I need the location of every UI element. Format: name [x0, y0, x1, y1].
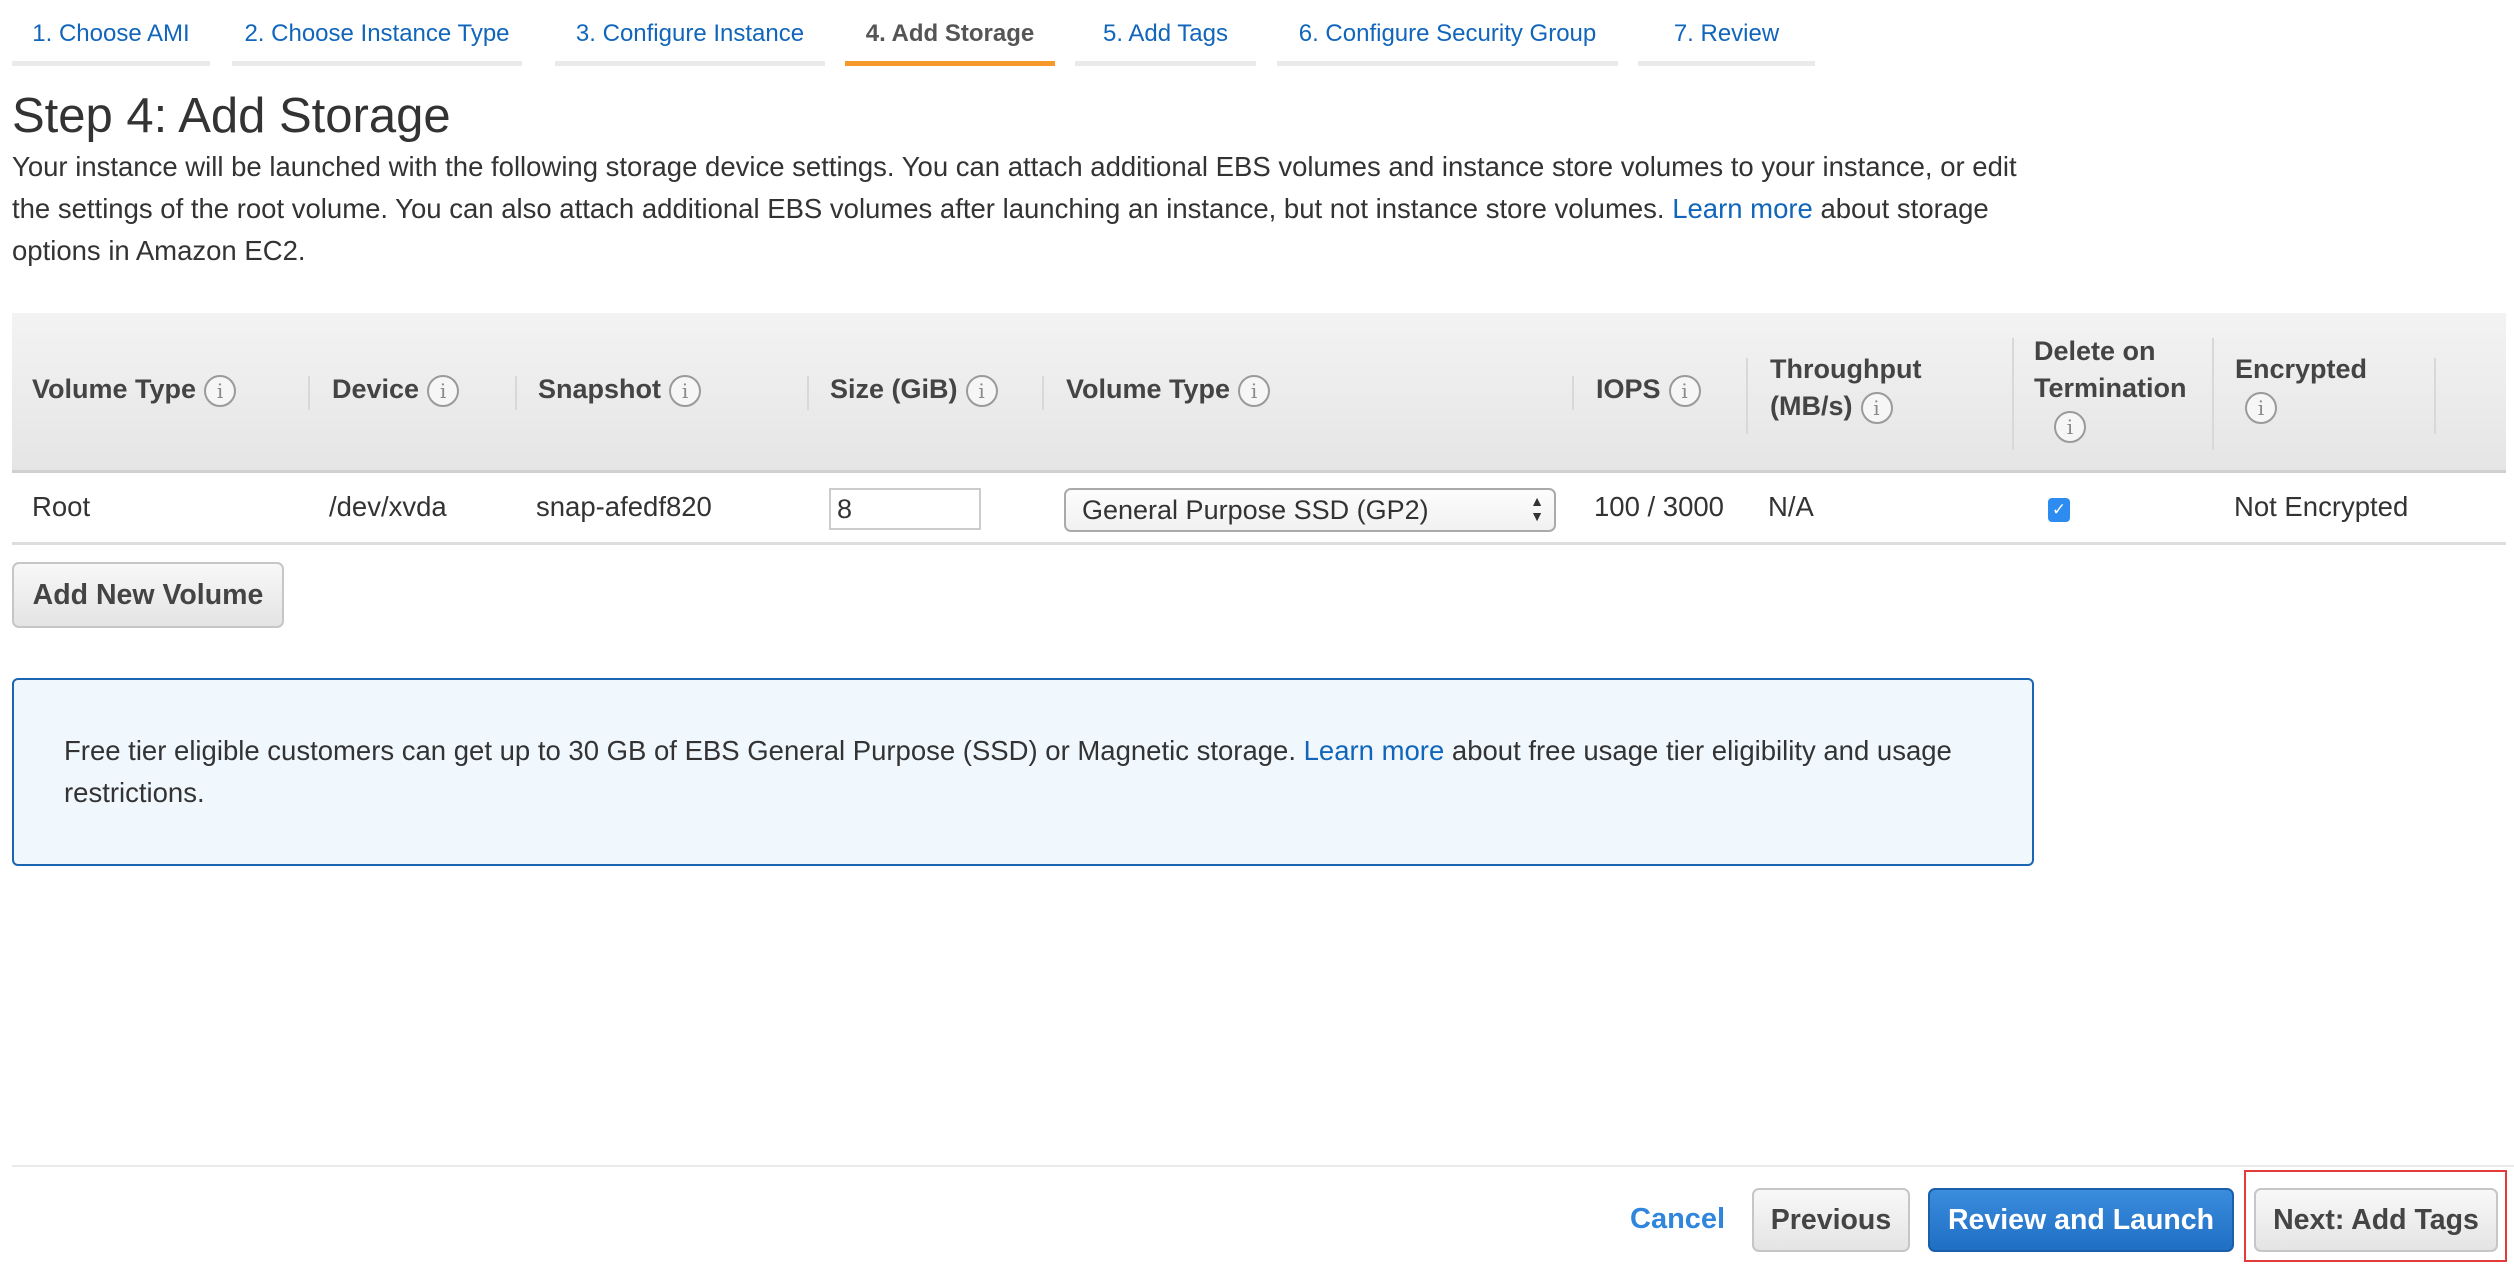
column-divider	[2012, 338, 2014, 450]
learn-more-free-tier-link[interactable]: Learn more	[1304, 735, 1445, 766]
tab-add-tags[interactable]: 5. Add Tags	[1075, 0, 1256, 66]
info-icon[interactable]: i	[2245, 391, 2277, 424]
cancel-button[interactable]: Cancel	[1630, 1203, 1725, 1236]
wizard-steps: 1. Choose AMI 2. Choose Instance Type 3.…	[0, 0, 2514, 66]
col-ebs-volume-type: Volume Type i	[1066, 371, 1271, 408]
table-row: Root /dev/xvda snap-afedf820 General Pur…	[12, 473, 2506, 545]
footer-divider	[12, 1165, 2514, 1167]
column-divider	[2434, 358, 2436, 434]
col-device: Device i	[332, 371, 460, 408]
page-description: Your instance will be launched with the …	[12, 146, 2052, 272]
column-divider	[807, 376, 809, 410]
info-icon[interactable]: i	[669, 374, 702, 407]
info-icon[interactable]: i	[1668, 374, 1701, 407]
tab-choose-ami[interactable]: 1. Choose AMI	[12, 0, 210, 66]
info-icon[interactable]: i	[965, 374, 998, 407]
col-volume-type: Volume Type i	[32, 371, 237, 408]
highlight-box	[2244, 1170, 2507, 1262]
cell-throughput: N/A	[1768, 491, 1814, 522]
col-label-line2: Termination	[2034, 373, 2187, 403]
tab-configure-security-group[interactable]: 6. Configure Security Group	[1277, 0, 1618, 66]
column-divider	[2212, 338, 2214, 450]
column-divider	[515, 376, 517, 410]
info-icon[interactable]: i	[1860, 391, 1893, 424]
col-label: Snapshot	[538, 374, 662, 404]
col-label: IOPS	[1596, 374, 1661, 404]
free-tier-info-box: Free tier eligible customers can get up …	[12, 678, 2034, 866]
add-new-volume-button[interactable]: Add New Volume	[12, 562, 284, 628]
tab-review[interactable]: 7. Review	[1638, 0, 1815, 66]
column-divider	[1572, 376, 1574, 410]
info-icon[interactable]: i	[2054, 410, 2086, 443]
col-label: Throughput	[1770, 354, 1922, 384]
col-delete-on-termination: Delete on Termination i	[2034, 333, 2187, 444]
cell-volume-type: Root	[32, 491, 91, 522]
col-iops: IOPS i	[1596, 371, 1701, 408]
column-divider	[1042, 376, 1044, 410]
page-title: Step 4: Add Storage	[12, 89, 451, 143]
size-input[interactable]	[829, 488, 981, 530]
up-down-arrows-icon: ▲ ▼	[1530, 493, 1544, 524]
tab-choose-instance-type[interactable]: 2. Choose Instance Type	[232, 0, 522, 66]
col-label: Encrypted	[2235, 354, 2368, 384]
cell-iops: 100 / 3000	[1594, 491, 1724, 522]
col-label-line2: (MB/s)	[1770, 391, 1853, 421]
column-divider	[308, 376, 310, 410]
free-tier-text: Free tier eligible customers can get up …	[64, 730, 1984, 814]
volume-type-select[interactable]: General Purpose SSD (GP2) ▲ ▼	[1064, 488, 1556, 532]
col-label: Volume Type	[1066, 374, 1231, 404]
col-size: Size (GiB) i	[830, 371, 998, 408]
info-icon[interactable]: i	[427, 374, 460, 407]
previous-button[interactable]: Previous	[1752, 1188, 1910, 1252]
column-divider	[1746, 358, 1748, 434]
cell-encrypted: Not Encrypted	[2234, 491, 2409, 522]
free-tier-text-start: Free tier eligible customers can get up …	[64, 735, 1304, 766]
tab-add-storage[interactable]: 4. Add Storage	[845, 0, 1055, 66]
info-icon[interactable]: i	[204, 374, 237, 407]
storage-table-header: Volume Type i Device i Snapshot i Size (GiB…	[12, 313, 2506, 473]
col-label: Device	[332, 374, 420, 404]
col-snapshot: Snapshot i	[538, 371, 702, 408]
volume-type-selected: General Purpose SSD (GP2)	[1082, 495, 1429, 525]
checkmark-icon: ✓	[2051, 500, 2067, 519]
cell-device: /dev/xvda	[329, 491, 447, 522]
col-label: Volume Type	[32, 374, 197, 404]
col-label: Delete on	[2034, 336, 2156, 366]
col-encrypted: Encrypted i	[2235, 351, 2367, 425]
col-label: Size (GiB)	[830, 374, 958, 404]
learn-more-storage-link[interactable]: Learn more	[1672, 193, 1813, 224]
info-icon[interactable]: i	[1238, 374, 1271, 407]
cell-snapshot: snap-afedf820	[536, 491, 712, 522]
col-throughput: Throughput (MB/s) i	[1770, 351, 1921, 425]
tab-configure-instance[interactable]: 3. Configure Instance	[555, 0, 825, 66]
review-and-launch-button[interactable]: Review and Launch	[1928, 1188, 2234, 1252]
delete-on-termination-checkbox[interactable]: ✓	[2048, 498, 2070, 522]
